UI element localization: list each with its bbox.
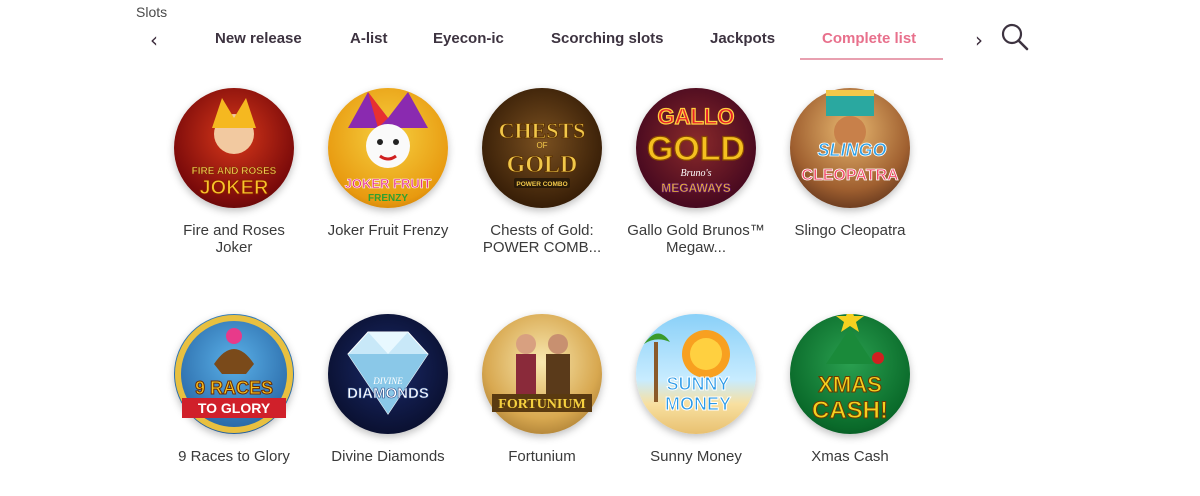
game-thumbnail[interactable]: 9 RACES TO GLORY xyxy=(174,314,294,434)
game-name[interactable]: Joker Fruit Frenzy xyxy=(314,222,462,239)
chevron-right-icon[interactable]: › xyxy=(975,28,983,52)
game-thumbnail[interactable]: SLINGO CLEOPATRA xyxy=(790,88,910,208)
game-thumbnail[interactable]: FORTUNIUM xyxy=(482,314,602,434)
game-tile[interactable]: SUNNY MONEY Sunny Money xyxy=(622,314,770,465)
search-icon[interactable] xyxy=(1000,22,1030,52)
game-art-text: SLINGO xyxy=(817,140,886,160)
svg-text:POWER COMBO: POWER COMBO xyxy=(516,181,567,188)
game-name[interactable]: Fortunium xyxy=(468,448,616,465)
game-tile[interactable]: DIVINE DIAMONDS Divine Diamonds xyxy=(314,314,462,465)
game-art-text: DIAMONDS xyxy=(347,385,429,402)
game-thumbnail[interactable]: JOKER FRUIT FRENZY xyxy=(328,88,448,208)
game-art-text: GOLD xyxy=(647,130,745,168)
tab-complete-list[interactable]: Complete list xyxy=(822,30,916,47)
tab-new-release[interactable]: New release xyxy=(215,30,302,47)
game-name[interactable]: Sunny Money xyxy=(622,448,770,465)
game-thumbnail[interactable]: FIRE AND ROSES JOKER xyxy=(174,88,294,208)
chevron-left-icon[interactable]: ‹ xyxy=(150,28,158,52)
game-tile[interactable]: 9 RACES TO GLORY 9 Races to Glory xyxy=(160,314,308,465)
game-art-text: CLEOPATRA xyxy=(801,167,899,184)
game-art-text: SUNNY xyxy=(666,374,729,394)
game-name[interactable]: Gallo Gold Brunos™ Megaw... xyxy=(622,222,770,256)
game-thumbnail[interactable]: GALLO GOLD Bruno's MEGAWAYS xyxy=(636,88,756,208)
game-art-text: JOKER xyxy=(200,177,269,199)
category-tabbar: ‹ New release A-list Eyecon-ic Scorching… xyxy=(140,22,1040,60)
svg-text:Bruno's: Bruno's xyxy=(680,168,711,179)
game-name[interactable]: Xmas Cash xyxy=(776,448,924,465)
game-art-text: FRENZY xyxy=(368,193,408,204)
game-tile[interactable]: FORTUNIUM Fortunium xyxy=(468,314,616,465)
game-thumbnail[interactable]: CHESTS OF GOLD POWER COMBO xyxy=(482,88,602,208)
game-thumbnail[interactable]: XMAS CASH! xyxy=(790,314,910,434)
game-name[interactable]: Slingo Cleopatra xyxy=(776,222,924,239)
tab-a-list[interactable]: A-list xyxy=(350,30,388,47)
game-art-text: 9 RACES xyxy=(195,378,273,398)
tab-jackpots[interactable]: Jackpots xyxy=(710,30,775,47)
game-art-text: FIRE AND ROSES xyxy=(192,166,277,177)
game-art-text: MONEY xyxy=(665,394,731,414)
tab-eyecon-ic[interactable]: Eyecon-ic xyxy=(433,30,504,47)
game-name[interactable]: 9 Races to Glory xyxy=(160,448,308,465)
game-tile[interactable]: SLINGO CLEOPATRA Slingo Cleopatra xyxy=(776,88,924,239)
game-art-text: GALLO xyxy=(658,104,735,129)
game-art-text: XMAS xyxy=(818,372,882,397)
active-tab-underline xyxy=(800,58,943,60)
game-tile[interactable]: FIRE AND ROSES JOKER Fire and Roses Joker xyxy=(160,88,308,256)
game-art-text: CHESTS xyxy=(499,118,586,143)
game-name[interactable]: Chests of Gold: POWER COMB... xyxy=(468,222,616,256)
game-art-text: FORTUNIUM xyxy=(498,397,585,412)
game-name[interactable]: Divine Diamonds xyxy=(314,448,462,465)
svg-text:OF: OF xyxy=(536,141,547,150)
game-art-text: JOKER FRUIT xyxy=(345,176,432,191)
game-tile[interactable]: XMAS CASH! Xmas Cash xyxy=(776,314,924,465)
game-tile[interactable]: JOKER FRUIT FRENZY Joker Fruit Frenzy xyxy=(314,88,462,239)
game-art-text: GOLD xyxy=(507,152,578,178)
game-thumbnail[interactable]: SUNNY MONEY xyxy=(636,314,756,434)
game-name[interactable]: Fire and Roses Joker xyxy=(160,222,308,256)
tab-scorching-slots[interactable]: Scorching slots xyxy=(551,30,664,47)
svg-text:MEGAWAYS: MEGAWAYS xyxy=(661,181,731,195)
game-tile[interactable]: GALLO GOLD Bruno's MEGAWAYS Gallo Gold B… xyxy=(622,88,770,256)
game-art-text: CASH! xyxy=(812,397,888,424)
section-label: Slots xyxy=(136,4,168,20)
game-art-text: TO GLORY xyxy=(198,400,271,416)
game-tile[interactable]: CHESTS OF GOLD POWER COMBO Chests of Gol… xyxy=(468,88,616,256)
game-thumbnail[interactable]: DIVINE DIAMONDS xyxy=(328,314,448,434)
